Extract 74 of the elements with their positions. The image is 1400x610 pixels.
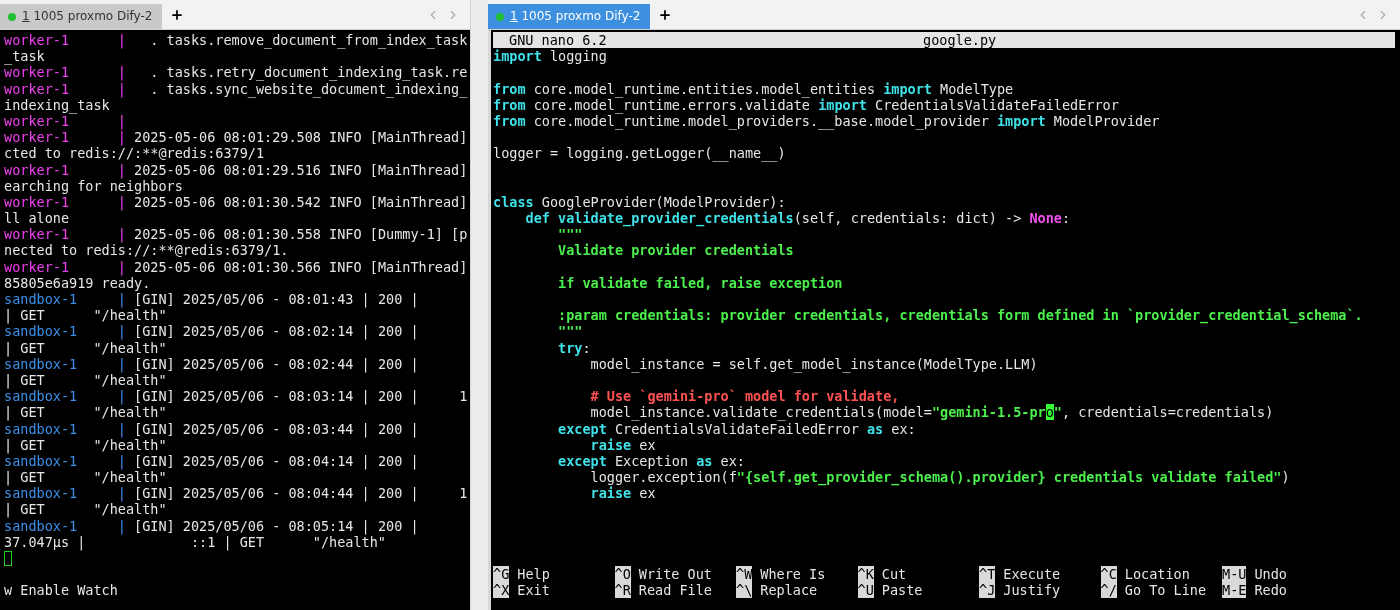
code-line: model_instance.validate_credentials(model="gemini-1.5-pro", credentials=credentials) — [589, 404, 1274, 421]
shortcut-label: Replace — [759, 581, 818, 598]
shortcut-key: ^G — [493, 565, 510, 582]
code-line: """ — [557, 226, 583, 243]
log-line: cted to redis://:**@redis:6379/1 — [4, 145, 265, 162]
file-name: google.py — [923, 32, 997, 49]
log-line: worker-1 | . tasks.remove_document_from_index_task — [4, 32, 468, 49]
code-line: class GoogleProvider(ModelProvider): — [493, 193, 786, 211]
log-line: sandbox-1 | [GIN] 2025/05/06 - 08:05:14 | 200 | — [4, 517, 419, 534]
log-line: sandbox-1 | [GIN] 2025/05/06 - 08:01:43 | 200 | — [4, 291, 419, 308]
log-line: | GET "/health" — [4, 339, 167, 356]
log-line: | GET "/health" — [4, 404, 167, 421]
log-line: | GET "/health" — [4, 307, 167, 324]
pane-splitter[interactable] — [470, 0, 488, 610]
code-line: except CredentialsValidateFailedError as ex: — [557, 420, 916, 437]
shortcut-key: ^C — [1100, 565, 1117, 582]
code-line: from core.model_runtime.entities.model_entities import ModelType — [493, 80, 1014, 97]
log-line: ll alone — [4, 210, 70, 227]
shortcut-label: Undo — [1253, 565, 1287, 582]
new-tab-icon[interactable] — [658, 7, 672, 22]
log-line: worker-1 | 2025-05-06 08:01:30.566 INFO [MainThread] — [4, 258, 468, 275]
log-line: worker-1 | 2025-05-06 08:01:29.516 INFO [MainThread] — [4, 161, 468, 178]
shortcut-key: ^O — [614, 565, 631, 582]
shortcut-label: Where Is — [759, 565, 826, 582]
shortcut-label: Paste — [880, 581, 923, 598]
shortcut-key: M-U — [1222, 565, 1247, 582]
shortcut-key: ^W — [736, 565, 753, 582]
shortcut-label: Go To Line — [1123, 581, 1207, 598]
log-line: | GET "/health" — [4, 501, 167, 518]
code-line: from core.model_runtime.model_providers.__base.model_provider import ModelProvider — [493, 112, 1160, 130]
log-line: nected to redis://:**@redis:6379/1. — [4, 242, 289, 259]
shortcut-key: ^T — [979, 565, 996, 582]
app-version: GNU nano 6.2 — [508, 32, 608, 49]
log-line: worker-1 | . tasks.retry_document_indexing_task.re — [4, 64, 468, 81]
shortcut-label: Justify — [1002, 581, 1061, 598]
log-line: worker-1 | . tasks.sync_website_document_indexing_ — [4, 80, 468, 97]
shortcut-label: Cut — [880, 565, 907, 582]
code-line: """ — [557, 323, 583, 340]
log-line: sandbox-1 | [GIN] 2025/05/06 - 08:03:14 | 200 | 1 — [4, 388, 468, 405]
log-line: | GET "/health" — [4, 469, 167, 486]
code-line: from core.model_runtime.errors.validate import CredentialsValidateFailedError — [493, 96, 1119, 113]
shortcut-label: Read File — [637, 581, 712, 598]
code-line: Validate provider credentials — [557, 242, 794, 259]
shortcut-key: ^K — [857, 565, 874, 582]
code-line: logger.exception(f"{self.get_provider_schema().provider} credentials validate failed") — [589, 469, 1290, 486]
shortcut-label: Redo — [1253, 581, 1287, 598]
code-line: import logging — [493, 48, 607, 65]
code-line: if validate failed, raise exception — [557, 274, 843, 291]
code-line: # Use `gemini-pro` model for validate, — [589, 388, 900, 405]
terminal-tab[interactable]: 1 1005 proxmo Dify-2 — [0, 4, 162, 29]
shortcut-label: Write Out — [637, 565, 712, 582]
shortcut-label: Execute — [1002, 565, 1061, 582]
log-line: worker-1 | 2025-05-06 08:01:30.542 INFO [MainThread] — [4, 193, 468, 211]
code-line: :param credentials: provider credentials, credentials form defined in `provider_credential_schema`. — [557, 307, 1363, 324]
log-line: sandbox-1 | [GIN] 2025/05/06 - 08:03:44 | 200 | — [4, 420, 419, 437]
log-line: w Enable Watch — [4, 582, 118, 599]
code-line: raise ex — [589, 485, 656, 502]
log-line: indexing_task — [4, 96, 110, 113]
shortcut-label: Exit — [516, 581, 550, 598]
code-line: raise ex — [590, 436, 656, 453]
log-line: sandbox-1 | [GIN] 2025/05/06 - 08:02:14 | 200 | — [4, 323, 419, 340]
log-line: worker-1 | 2025-05-06 08:01:30.558 INFO [Dummy-1] [p — [4, 226, 468, 243]
code-line: except Exception as ex: — [557, 452, 745, 470]
code-line: try: — [557, 339, 591, 356]
log-line: worker-1 | 2025-05-06 08:01:29.508 INFO [MainThread] — [4, 129, 468, 146]
code-line: model_instance = self.get_model_instance(ModelType.LLM) — [589, 355, 1038, 372]
shortcut-label: Help — [516, 565, 550, 582]
code-line: logger = logging.getLogger(__name__) — [493, 145, 786, 162]
log-line: _task — [4, 48, 45, 65]
log-line: sandbox-1 | [GIN] 2025/05/06 - 08:04:44 | 200 | 1 — [4, 485, 468, 502]
shortcut-label: Location — [1123, 565, 1190, 582]
text-cursor — [4, 550, 12, 566]
new-tab-icon[interactable] — [170, 7, 184, 22]
code-line: def validate_provider_credentials(self, credentials: dict) -> None: — [524, 210, 1071, 227]
